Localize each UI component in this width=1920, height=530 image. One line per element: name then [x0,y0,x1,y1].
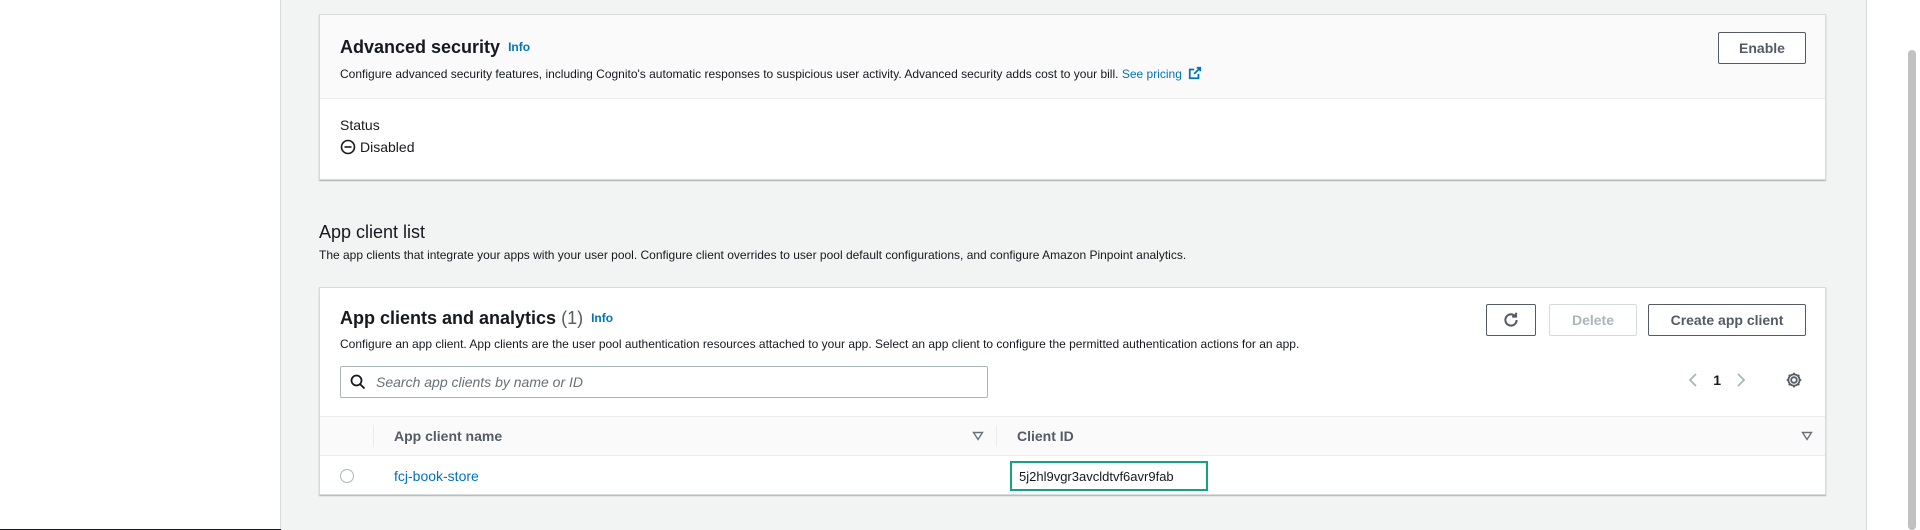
row-select-radio[interactable] [340,469,354,483]
app-client-list-description: The app clients that integrate your apps… [319,248,1187,262]
search-icon [350,374,366,390]
enable-button[interactable]: Enable [1718,32,1806,64]
see-pricing-link[interactable]: See pricing [1121,66,1202,81]
column-separator [996,425,997,447]
advanced-security-info-link[interactable]: Info [508,40,530,54]
page: Advanced security Info Configure advanced… [0,0,1920,530]
app-clients-description: Configure an app client. App clients are… [340,337,1300,351]
disabled-status-icon [340,139,356,155]
status-label: Status [340,117,380,133]
advanced-security-panel: Advanced security Info Configure advanced… [319,14,1826,180]
app-client-list-title: App client list [319,222,426,242]
app-clients-title-text: App clients and analytics [340,308,557,328]
chevron-left-icon[interactable] [1687,372,1699,388]
table-row[interactable]: fcj-book-store 5j2hl9vgr3avcldtvf6avr9fa… [320,456,1825,496]
column-separator [373,425,374,447]
pagination: 1 [1687,372,1747,388]
create-app-client-button[interactable]: Create app client [1648,304,1806,336]
left-panel [0,0,281,530]
table-header: App client name Client ID [320,416,1825,456]
status-row: Disabled [340,139,1805,155]
see-pricing-label: See pricing [1121,67,1182,81]
advanced-security-body: Status Disabled [320,99,1825,173]
sort-caret-icon[interactable] [1801,431,1813,441]
chevron-right-icon[interactable] [1735,372,1747,388]
refresh-button[interactable] [1486,304,1536,336]
advanced-security-header: Advanced security Info Configure advanced… [320,15,1825,99]
app-clients-header: App clients and analytics (1) Info Config… [340,308,1299,351]
delete-button[interactable]: Delete [1549,304,1637,336]
column-header-client-id[interactable]: Client ID [1017,428,1074,444]
app-clients-count: (1) [561,308,584,328]
external-link-icon [1189,66,1202,80]
search-box[interactable] [340,366,988,398]
app-client-name-link[interactable]: fcj-book-store [394,468,479,484]
app-clients-title: App clients and analytics (1) [340,308,583,328]
advanced-security-description: Configure advanced security features, in… [340,66,1805,81]
app-clients-panel: App clients and analytics (1) Info Config… [319,287,1826,495]
advanced-security-description-text: Configure advanced security features, in… [340,67,1119,81]
page-number[interactable]: 1 [1713,372,1721,388]
column-header-app-client-name[interactable]: App client name [394,428,502,444]
scrollbar[interactable] [1908,50,1916,530]
preferences-button[interactable] [1785,371,1803,394]
app-clients-info-link[interactable]: Info [591,311,613,325]
advanced-security-title: Advanced security [340,37,501,57]
gear-icon [1786,372,1802,388]
search-input[interactable] [376,374,976,390]
client-id-value[interactable]: 5j2hl9vgr3avcldtvf6avr9fab [1010,461,1208,491]
refresh-icon [1504,312,1518,327]
sort-caret-icon[interactable] [972,431,984,441]
status-value: Disabled [360,139,415,155]
